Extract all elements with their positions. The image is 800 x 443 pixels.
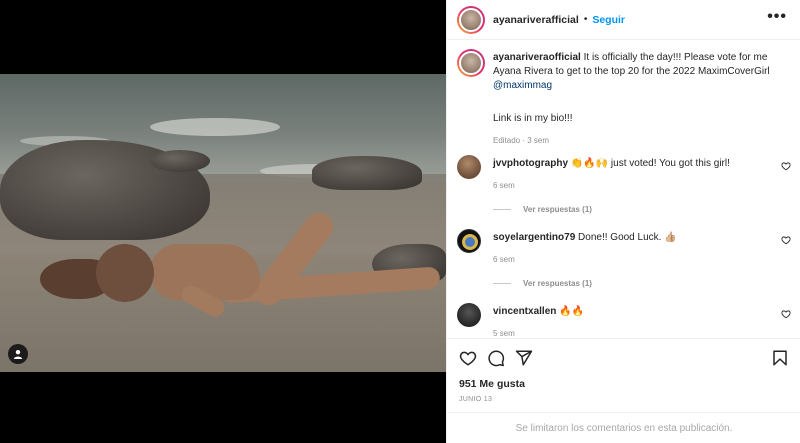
comment-text: vincentxallen 🔥🔥 (493, 306, 585, 317)
view-replies-button[interactable]: Ver respuestas (1) (493, 205, 592, 214)
caption-mention[interactable]: @maximmag (493, 80, 552, 91)
more-options-icon[interactable]: ••• (767, 9, 787, 25)
comments-limited-notice: Se limitaron los comentarios en esta pub… (447, 412, 800, 443)
author-username[interactable]: ayanariverafficial (493, 14, 579, 26)
comment-username[interactable]: soyelargentino79 (493, 232, 575, 243)
caption-text: ayanariveraofficial It is officially the… (493, 51, 793, 93)
send-icon[interactable] (515, 349, 533, 367)
comment-username[interactable]: jvvphotography (493, 158, 568, 169)
post-header: ayanariverafficial • Seguir ••• (447, 0, 800, 40)
caption-username[interactable]: ayanariveraofficial (493, 52, 581, 63)
post-side-panel: ayanariverafficial • Seguir ••• ayanariv… (446, 0, 800, 443)
caption-meta: Editado · 3 sem (493, 136, 550, 145)
comment-time: 6 sem (493, 181, 515, 190)
avatar[interactable] (457, 155, 481, 179)
post-date: JUNIO 13 (459, 396, 493, 403)
heart-icon[interactable] (781, 235, 791, 245)
heart-icon[interactable] (781, 161, 791, 171)
caption-link-text: Link is in my bio!!! (493, 113, 573, 124)
follow-button[interactable]: Seguir (592, 14, 625, 26)
rock (312, 156, 422, 190)
rock (150, 150, 210, 172)
avatar[interactable] (457, 49, 485, 77)
avatar[interactable] (457, 303, 481, 327)
comment-time: 5 sem (493, 329, 515, 338)
comments-scroll-area[interactable]: ayanariveraofficial It is officially the… (447, 41, 800, 338)
bookmark-icon[interactable] (771, 349, 789, 367)
user-tag-icon[interactable] (8, 344, 28, 364)
separator-dot: • (583, 14, 588, 25)
post-media-pane (0, 0, 446, 443)
action-bar (447, 338, 800, 378)
comment-text: jvvphotography 👏🔥🙌 just voted! You got t… (493, 158, 730, 169)
heart-icon[interactable] (781, 309, 791, 319)
post-photo[interactable] (0, 74, 446, 372)
like-count[interactable]: 951 Me gusta (459, 378, 525, 390)
view-replies-button[interactable]: Ver respuestas (1) (493, 279, 592, 288)
instagram-post-modal: ayanariverafficial • Seguir ••• ayanariv… (0, 0, 800, 443)
avatar[interactable] (457, 229, 481, 253)
comment-icon[interactable] (487, 349, 505, 367)
comment-username[interactable]: vincentxallen (493, 306, 556, 317)
comment-text: soyelargentino79 Done!! Good Luck. 👍🏼 (493, 232, 677, 243)
avatar[interactable] (457, 5, 485, 34)
comment-time: 6 sem (493, 255, 515, 264)
heart-icon[interactable] (459, 349, 477, 367)
